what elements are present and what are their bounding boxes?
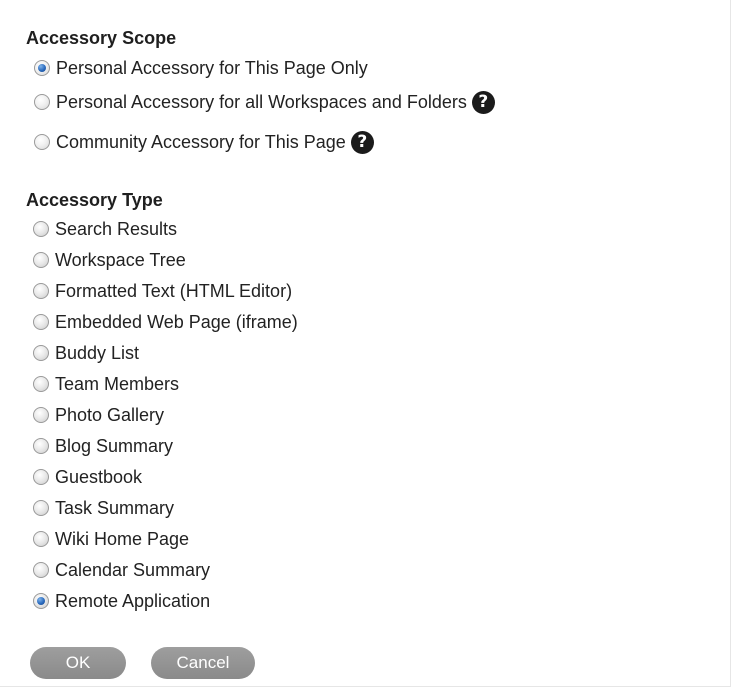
scope-option-community-page[interactable]: Community Accessory for This Page ? bbox=[34, 127, 374, 157]
radio-unselected-icon[interactable] bbox=[33, 562, 49, 578]
scope-option-label: Community Accessory for This Page bbox=[56, 132, 346, 152]
type-option-team-members[interactable]: Team Members bbox=[33, 369, 179, 399]
type-option-embedded-web-page[interactable]: Embedded Web Page (iframe) bbox=[33, 307, 298, 337]
radio-unselected-icon[interactable] bbox=[33, 221, 49, 237]
type-option-wiki-home-page[interactable]: Wiki Home Page bbox=[33, 524, 189, 554]
help-icon[interactable]: ? bbox=[350, 130, 374, 154]
type-option-label: Embedded Web Page (iframe) bbox=[55, 312, 298, 332]
type-option-task-summary[interactable]: Task Summary bbox=[33, 493, 174, 523]
type-option-label: Calendar Summary bbox=[55, 560, 211, 580]
type-option-formatted-text[interactable]: Formatted Text (HTML Editor) bbox=[33, 276, 292, 306]
radio-unselected-icon[interactable] bbox=[33, 438, 49, 454]
type-option-label: Remote Application bbox=[55, 591, 211, 611]
type-option-label: Wiki Home Page bbox=[55, 529, 190, 549]
type-option-guestbook[interactable]: Guestbook bbox=[33, 462, 142, 492]
radio-unselected-icon[interactable] bbox=[33, 500, 49, 516]
ok-button[interactable]: OK bbox=[30, 647, 126, 679]
radio-unselected-icon[interactable] bbox=[33, 469, 49, 485]
type-option-label: Search Results bbox=[55, 219, 178, 239]
radio-unselected-icon[interactable] bbox=[33, 283, 49, 299]
type-option-label: Buddy List bbox=[55, 343, 140, 363]
radio-unselected-icon[interactable] bbox=[33, 407, 49, 423]
type-option-remote-application[interactable]: Remote Application bbox=[33, 586, 210, 616]
type-option-blog-summary[interactable]: Blog Summary bbox=[33, 431, 173, 461]
radio-selected-icon[interactable] bbox=[34, 60, 50, 76]
radio-unselected-icon[interactable] bbox=[33, 314, 49, 330]
radio-unselected-icon[interactable] bbox=[33, 345, 49, 361]
type-option-buddy-list[interactable]: Buddy List bbox=[33, 338, 139, 368]
cancel-button[interactable]: Cancel bbox=[151, 647, 255, 679]
scope-option-label: Personal Accessory for all Workspaces an… bbox=[56, 92, 467, 112]
type-option-photo-gallery[interactable]: Photo Gallery bbox=[33, 400, 164, 430]
type-option-label: Formatted Text (HTML Editor) bbox=[55, 281, 293, 301]
radio-selected-icon[interactable] bbox=[33, 593, 49, 609]
type-option-label: Blog Summary bbox=[55, 436, 174, 456]
radio-unselected-icon[interactable] bbox=[33, 376, 49, 392]
type-option-label: Photo Gallery bbox=[55, 405, 165, 425]
scope-option-label: Personal Accessory for This Page Only bbox=[56, 58, 368, 78]
radio-unselected-icon[interactable] bbox=[33, 531, 49, 547]
radio-unselected-icon[interactable] bbox=[34, 134, 50, 150]
type-option-label: Guestbook bbox=[55, 467, 143, 487]
accessory-scope-title: Accessory Scope bbox=[26, 28, 177, 48]
type-option-label: Task Summary bbox=[55, 498, 175, 518]
type-option-label: Workspace Tree bbox=[55, 250, 186, 270]
accessory-settings-panel: Accessory Scope Personal Accessory for T… bbox=[0, 0, 731, 687]
type-option-search-results[interactable]: Search Results bbox=[33, 214, 177, 244]
type-option-label: Team Members bbox=[55, 374, 180, 394]
radio-unselected-icon[interactable] bbox=[34, 94, 50, 110]
type-option-calendar-summary[interactable]: Calendar Summary bbox=[33, 555, 210, 585]
scope-option-personal-all[interactable]: Personal Accessory for all Workspaces an… bbox=[34, 87, 495, 117]
radio-unselected-icon[interactable] bbox=[33, 252, 49, 268]
scope-option-personal-page[interactable]: Personal Accessory for This Page Only bbox=[34, 53, 368, 83]
help-icon[interactable]: ? bbox=[471, 90, 495, 114]
accessory-type-title: Accessory Type bbox=[26, 190, 163, 210]
type-option-workspace-tree[interactable]: Workspace Tree bbox=[33, 245, 186, 275]
